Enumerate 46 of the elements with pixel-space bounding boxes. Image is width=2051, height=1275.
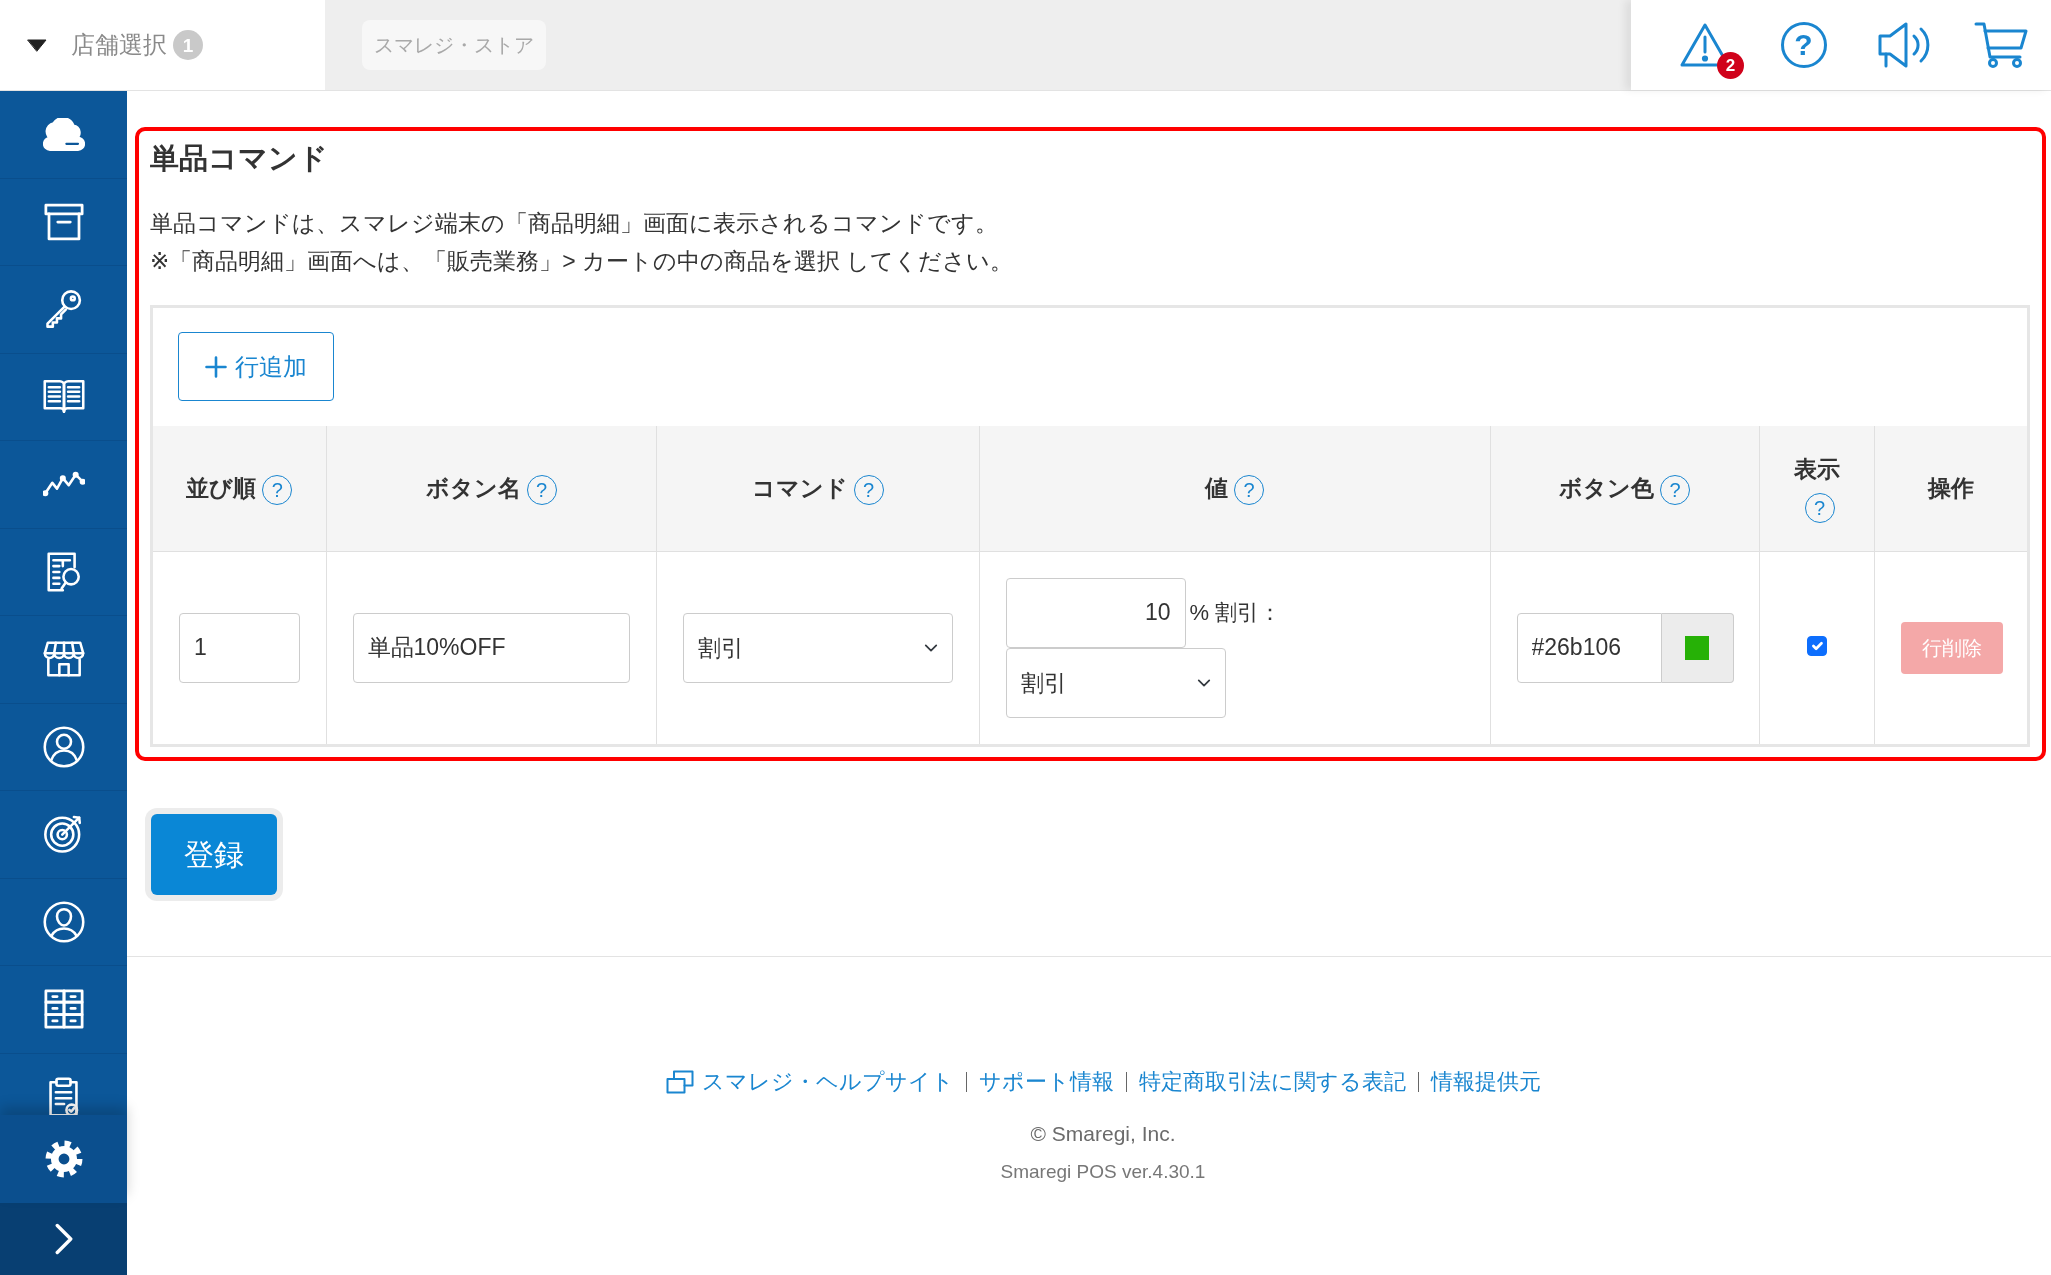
column-title: 操作 [1927,474,1974,501]
document-magnifier-icon[interactable] [45,551,82,592]
command-select[interactable]: 割引 [682,612,953,683]
discount-value-input[interactable]: 10 [1005,577,1186,648]
color-code-input[interactable]: #26b106 [1516,612,1662,683]
color-picker-button[interactable] [1661,612,1734,683]
footer-link[interactable]: スマレジ・ヘルプサイト [701,1065,954,1098]
clipboard-icon[interactable] [47,1076,80,1115]
column-title: ボタン色 [1559,474,1654,501]
store-icon[interactable] [42,641,85,678]
key-icon[interactable] [44,289,83,330]
color-swatch-icon [1685,635,1709,660]
discount-type-select[interactable]: 割引 [1005,647,1226,718]
footer-link[interactable]: サポート情報 [978,1065,1114,1098]
column-title: コマンド [751,474,848,501]
help-icon[interactable]: ? [1780,22,1827,68]
user-circle-icon[interactable] [42,900,85,943]
unit-label: % 割引： [1189,599,1282,628]
footer-link[interactable]: 情報提供元 [1430,1065,1541,1098]
column-title: 値 [1205,474,1228,501]
column-title: ボタン名 [425,474,521,501]
version-text: Smaregi POS ver.4.30.1 [1000,1159,1206,1184]
footer-link[interactable]: 特定商取引法に関する表記 [1138,1065,1406,1098]
order-input[interactable]: 1 [179,612,300,683]
description-text: ※「商品明細」画面へは、「販売業務」> カートの中の商品を選択 してください。 [150,247,1015,276]
section-title: 単品コマンド [150,141,329,176]
add-row-button[interactable]: 行追加 [178,332,334,401]
person-circle-icon[interactable] [42,725,85,768]
notification-badge: 2 [1717,52,1744,79]
plus-icon [205,355,227,378]
visible-checkbox[interactable] [1806,635,1827,656]
column-title: 表示 [1793,456,1840,483]
settings-icon[interactable] [44,1140,83,1178]
cart-icon[interactable] [1973,21,2030,69]
cloud-icon[interactable] [42,117,85,151]
book-icon[interactable] [42,379,85,415]
button-name-input[interactable]: 単品10%OFF [352,612,630,683]
store-name-tag: スマレジ・ストア [362,20,546,70]
cabinet-icon[interactable] [43,989,84,1030]
column-title: 並び順 [186,474,257,501]
line-chart-icon[interactable] [42,471,85,498]
copyright-text: © Smaregi, Inc. [1030,1121,1176,1147]
chevron-right-icon[interactable] [54,1223,73,1255]
description-text: 単品コマンドは、スマレジ端末の「商品明細」画面に表示されるコマンドです。 [150,209,999,238]
caret-icon [27,38,47,52]
archive-box-icon[interactable] [43,202,84,241]
